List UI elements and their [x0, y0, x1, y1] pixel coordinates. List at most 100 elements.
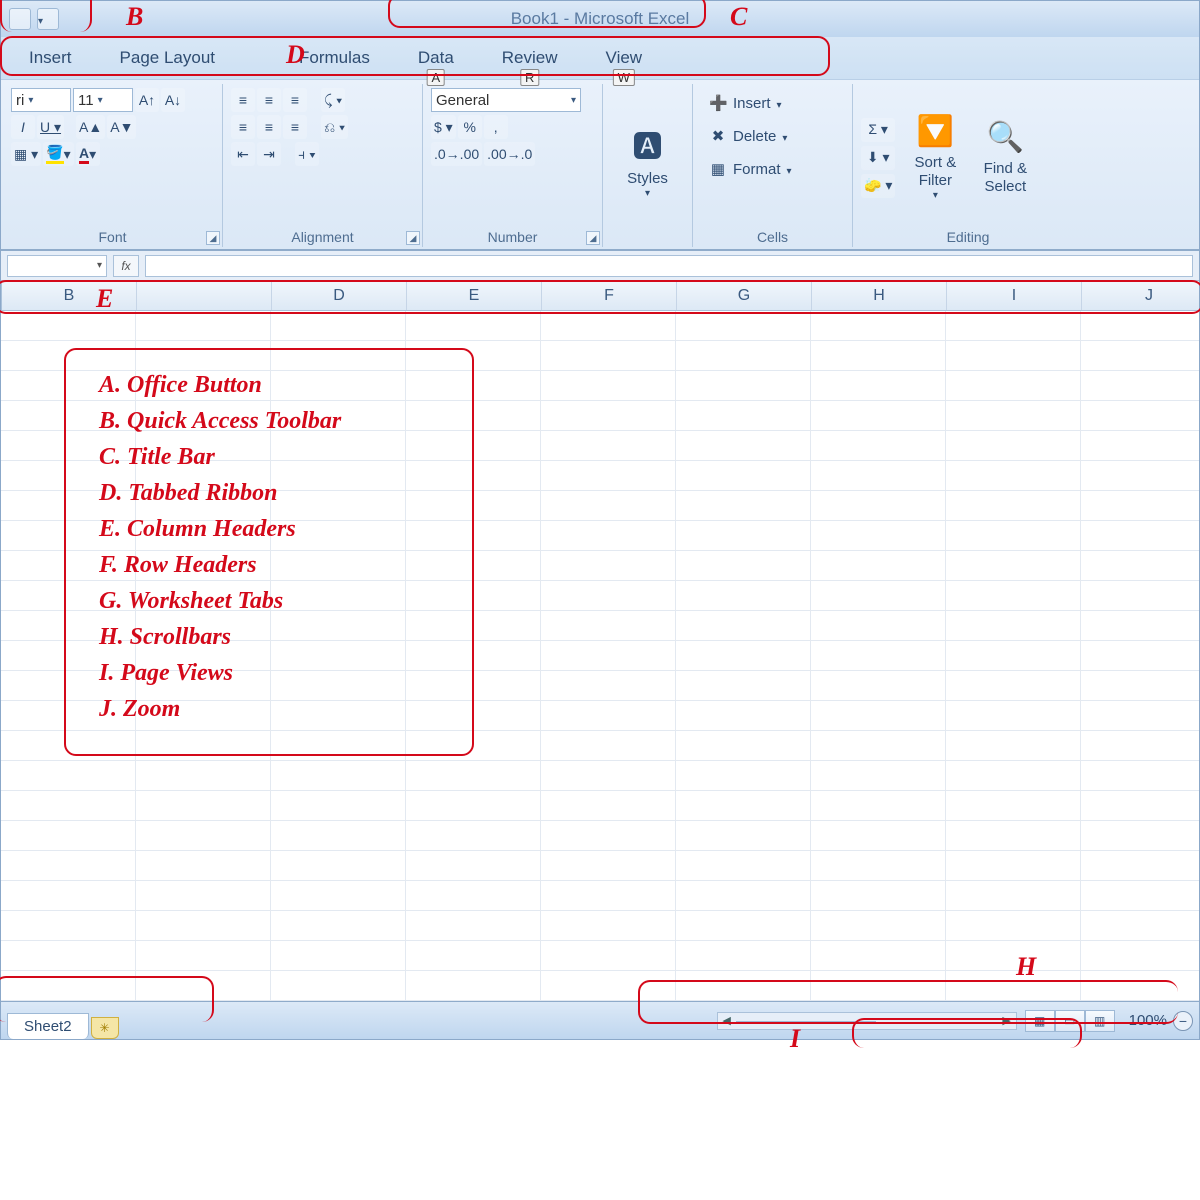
- ribbon-tabs: Insert Page Layout Formulas Data A Revie…: [1, 37, 1199, 79]
- page-break-view-button[interactable]: ▥: [1085, 1010, 1115, 1032]
- tab-review[interactable]: Review R: [478, 42, 582, 74]
- font-dialog-launcher[interactable]: ◢: [206, 231, 220, 245]
- delete-cells-button[interactable]: ✖Delete: [701, 121, 844, 151]
- tab-data[interactable]: Data A: [394, 42, 478, 74]
- increase-font-button[interactable]: A▲: [76, 115, 105, 139]
- col-header[interactable]: G: [677, 281, 812, 310]
- increase-indent-button[interactable]: ⇥: [257, 142, 281, 166]
- align-center-button[interactable]: ≡: [257, 115, 281, 139]
- group-label-cells: Cells: [701, 227, 844, 245]
- rows-area[interactable]: A. Office Button B. Quick Access Toolbar…: [1, 311, 1199, 1001]
- styles-icon: 🅰: [633, 130, 663, 166]
- qat-button[interactable]: [9, 8, 31, 30]
- group-editing: Σ ▾ ⬇ ▾ 🧽 ▾ 🔽 Sort & Filter▾ 🔍 Find & Se…: [853, 84, 1083, 247]
- sort-icon: 🔽: [917, 114, 954, 150]
- title-bar: Book1 - Microsoft Excel: [1, 1, 1199, 37]
- find-icon: 🔍: [987, 120, 1024, 156]
- normal-view-button[interactable]: ▦: [1025, 1010, 1055, 1032]
- fill-color-button[interactable]: 🪣 ▾: [43, 142, 73, 166]
- scroll-left-arrow[interactable]: ◀: [718, 1014, 736, 1027]
- format-icon: ▦: [709, 160, 727, 178]
- formula-input[interactable]: [145, 255, 1193, 277]
- annotation-legend: A. Office Button B. Quick Access Toolbar…: [71, 353, 471, 743]
- font-name-combo[interactable]: ri▾: [11, 88, 71, 112]
- group-label-font: Font: [11, 227, 214, 245]
- clear-button[interactable]: 🧽 ▾: [861, 174, 895, 198]
- decrease-font-button[interactable]: A▼: [107, 115, 136, 139]
- group-font: ri▾ 11▾ A↑ A↓ I U ▾ A▲ A▼ ▦ ▾ 🪣 ▾ A ▾: [3, 84, 223, 247]
- delete-icon: ✖: [709, 127, 727, 145]
- italic-button[interactable]: I: [11, 115, 35, 139]
- fill-button[interactable]: ⬇ ▾: [861, 146, 895, 170]
- name-box[interactable]: ▾: [7, 255, 107, 277]
- horizontal-scrollbar[interactable]: ◀ ▶: [717, 1012, 1017, 1030]
- alignment-dialog-launcher[interactable]: ◢: [406, 231, 420, 245]
- percent-button[interactable]: %: [458, 115, 482, 139]
- number-dialog-launcher[interactable]: ◢: [586, 231, 600, 245]
- group-alignment: ≡ ≡ ≡ ⤹ ▾ ≡ ≡ ≡ ⎌ ▾ ⇤ ⇥ ⫞ ▾: [223, 84, 423, 247]
- grow-font-button[interactable]: A↑: [135, 88, 159, 112]
- scroll-thumb[interactable]: [736, 1021, 876, 1023]
- new-sheet-button[interactable]: ✳: [91, 1017, 119, 1039]
- group-number: General▾ $ ▾ % , .0→.00 .00→.0 Number ◢: [423, 84, 603, 247]
- group-label-editing: Editing: [861, 227, 1075, 245]
- zoom-out-button[interactable]: −: [1173, 1011, 1193, 1031]
- format-cells-button[interactable]: ▦Format: [701, 154, 844, 184]
- sheet-tab[interactable]: Sheet2: [7, 1013, 89, 1039]
- page-view-buttons: ▦ ▭ ▥: [1025, 1010, 1115, 1032]
- col-header[interactable]: J: [1082, 281, 1200, 310]
- decrease-indent-button[interactable]: ⇤: [231, 142, 255, 166]
- insert-cells-button[interactable]: ➕Insert: [701, 88, 844, 118]
- column-headers: B C D E F G H I J: [1, 281, 1199, 311]
- page-layout-view-button[interactable]: ▭: [1055, 1010, 1085, 1032]
- shrink-font-button[interactable]: A↓: [161, 88, 185, 112]
- tab-insert[interactable]: Insert: [5, 42, 96, 74]
- font-size-combo[interactable]: 11▾: [73, 88, 133, 112]
- status-bar: Sheet2 ✳ ◀ ▶ ▦ ▭ ▥ 100% −: [1, 1001, 1199, 1039]
- wrap-text-button[interactable]: ⎌ ▾: [321, 115, 348, 139]
- qat-customize-dropdown[interactable]: [37, 8, 59, 30]
- tab-formulas[interactable]: Formulas: [239, 42, 394, 74]
- align-top-button[interactable]: ≡: [231, 88, 255, 112]
- col-header[interactable]: C: [137, 281, 272, 310]
- tab-page-layout[interactable]: Page Layout: [96, 42, 239, 74]
- col-header[interactable]: F: [542, 281, 677, 310]
- quick-access-toolbar: [1, 1, 67, 37]
- comma-button[interactable]: ,: [484, 115, 508, 139]
- increase-decimal-button[interactable]: .0→.00: [431, 142, 482, 166]
- currency-button[interactable]: $ ▾: [431, 115, 456, 139]
- find-select-button[interactable]: 🔍 Find & Select: [975, 88, 1035, 227]
- align-middle-button[interactable]: ≡: [257, 88, 281, 112]
- window-title: Book1 - Microsoft Excel: [511, 9, 690, 29]
- scroll-right-arrow[interactable]: ▶: [998, 1014, 1016, 1027]
- tab-view[interactable]: View W: [582, 42, 667, 74]
- border-button[interactable]: ▦ ▾: [11, 142, 41, 166]
- formula-bar: ▾ fx: [1, 251, 1199, 281]
- col-header[interactable]: I: [947, 281, 1082, 310]
- underline-button[interactable]: U ▾: [37, 115, 64, 139]
- number-format-combo[interactable]: General▾: [431, 88, 581, 112]
- align-left-button[interactable]: ≡: [231, 115, 255, 139]
- sort-filter-button[interactable]: 🔽 Sort & Filter▾: [898, 88, 972, 227]
- group-styles: 🅰 Styles ▾: [603, 84, 693, 247]
- styles-button[interactable]: 🅰 Styles ▾: [611, 88, 685, 241]
- col-header[interactable]: D: [272, 281, 407, 310]
- font-color-button[interactable]: A ▾: [76, 142, 100, 166]
- autosum-button[interactable]: Σ ▾: [861, 118, 895, 142]
- align-bottom-button[interactable]: ≡: [283, 88, 307, 112]
- align-right-button[interactable]: ≡: [283, 115, 307, 139]
- orientation-button[interactable]: ⤹ ▾: [321, 88, 345, 112]
- col-header[interactable]: H: [812, 281, 947, 310]
- group-label-number: Number: [431, 227, 594, 245]
- insert-icon: ➕: [709, 94, 727, 112]
- worksheet-tabs: Sheet2 ✳: [7, 1002, 119, 1039]
- zoom-percent[interactable]: 100%: [1129, 1012, 1167, 1029]
- fx-button[interactable]: fx: [113, 255, 139, 277]
- col-header[interactable]: E: [407, 281, 542, 310]
- group-cells: ➕Insert ✖Delete ▦Format Cells: [693, 84, 853, 247]
- merge-center-button[interactable]: ⫞ ▾: [295, 142, 319, 166]
- decrease-decimal-button[interactable]: .00→.0: [484, 142, 535, 166]
- ribbon: ri▾ 11▾ A↑ A↓ I U ▾ A▲ A▼ ▦ ▾ 🪣 ▾ A ▾: [1, 79, 1199, 251]
- group-label-alignment: Alignment: [231, 227, 414, 245]
- col-header[interactable]: B: [2, 281, 137, 310]
